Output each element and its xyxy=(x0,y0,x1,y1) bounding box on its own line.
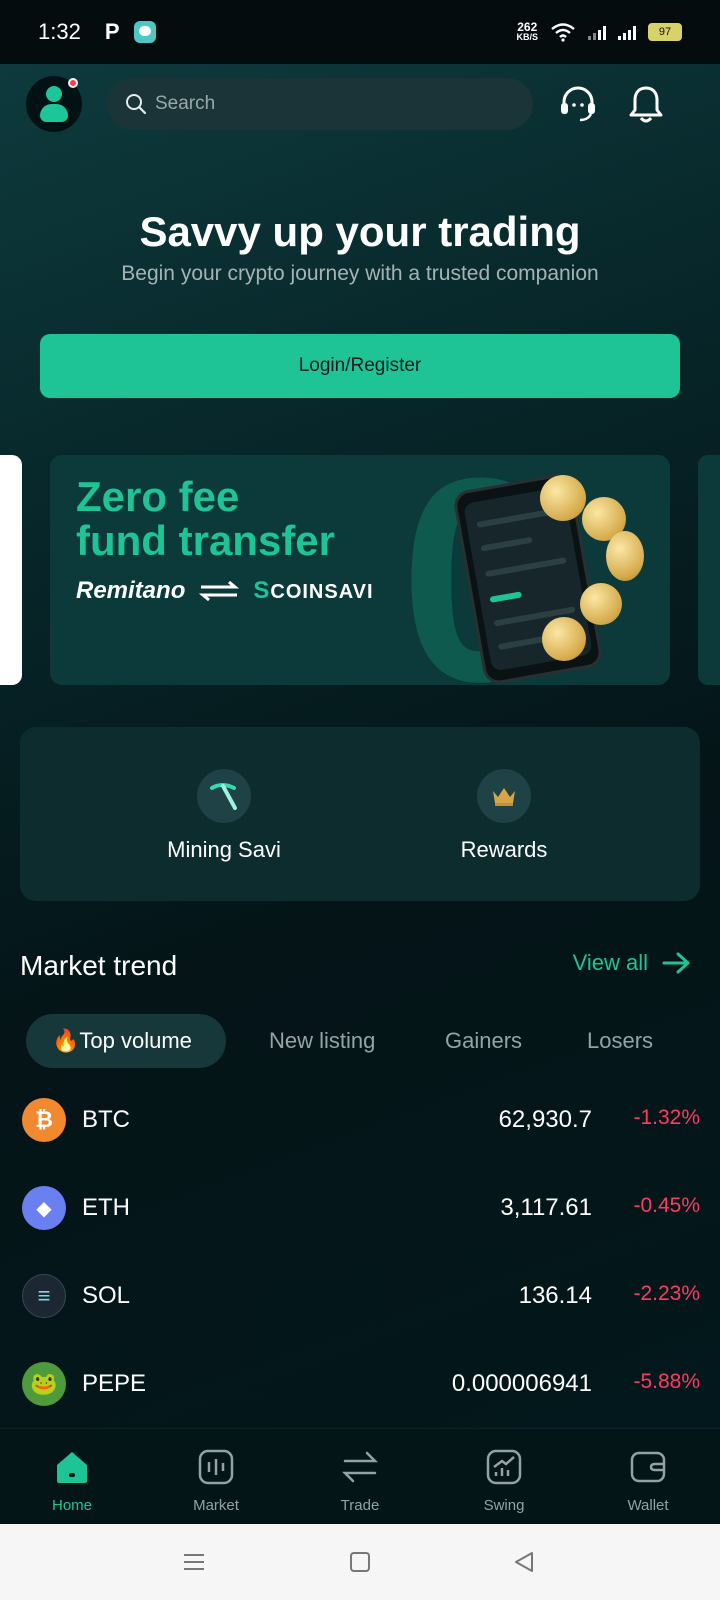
coin-illustration xyxy=(540,475,586,521)
bottom-navigation: Home Market Trade Swing Wallet xyxy=(0,1428,720,1524)
coin-illustration xyxy=(606,531,644,581)
nav-swing[interactable]: Swing xyxy=(444,1447,564,1514)
btc-logo-icon: ₿ xyxy=(22,1098,66,1142)
market-row-eth[interactable]: ◆ ETH 3,117.61 -0.45% xyxy=(20,1186,700,1274)
fire-icon: 🔥 xyxy=(52,1028,80,1053)
transfer-arrows-icon xyxy=(199,581,240,601)
remitano-logo: Remitano xyxy=(76,577,186,604)
support-button[interactable] xyxy=(556,82,600,126)
nav-trade[interactable]: Trade xyxy=(300,1447,420,1514)
banner-headline: Zero fee fund transfer xyxy=(76,473,336,564)
market-row-btc[interactable]: ₿ BTC 62,930.7 -1.32% xyxy=(20,1098,700,1186)
tab-top-volume[interactable]: 🔥 Top volume xyxy=(26,1014,226,1068)
arrow-right-icon xyxy=(662,952,690,974)
swap-arrows-icon xyxy=(341,1451,379,1483)
system-navigation-bar xyxy=(0,1524,720,1600)
tab-gainers[interactable]: Gainers xyxy=(445,1014,522,1068)
home-icon xyxy=(57,1452,87,1483)
hero-title: Savvy up your trading xyxy=(139,208,581,255)
status-time: 1:32 xyxy=(38,19,81,44)
market-row-sol[interactable]: ≡ SOL 136.14 -2.23% xyxy=(20,1274,700,1362)
chat-app-icon xyxy=(133,21,156,43)
trend-chart-icon xyxy=(486,1449,522,1485)
banner-previous-peek[interactable] xyxy=(0,455,22,685)
wifi-icon xyxy=(551,23,575,42)
market-chart-icon xyxy=(198,1449,234,1485)
rewards-button[interactable]: Rewards xyxy=(384,769,624,863)
pickaxe-icon xyxy=(210,783,237,810)
back-triangle-icon[interactable] xyxy=(512,1550,536,1574)
coin-illustration xyxy=(580,583,622,625)
market-trend-title: Market trend xyxy=(20,950,178,981)
mining-savi-button[interactable]: Mining Savi xyxy=(104,769,344,863)
search-placeholder: Search xyxy=(155,93,216,114)
battery-icon: 97 xyxy=(648,23,682,41)
market-tabs: 🔥 Top volume New listing Gainers Losers xyxy=(26,1014,706,1070)
login-register-button[interactable]: Login/Register xyxy=(40,334,680,398)
home-square-icon[interactable] xyxy=(348,1550,372,1574)
signal-icon xyxy=(588,24,606,40)
nav-wallet[interactable]: Wallet xyxy=(588,1447,708,1514)
banner-brands: Remitano SCOINSAVI xyxy=(76,577,374,605)
crown-icon xyxy=(493,788,515,806)
bell-icon xyxy=(629,86,663,123)
search-input[interactable]: Search xyxy=(107,78,533,130)
sol-logo-icon: ≡ xyxy=(22,1274,66,1318)
status-bar: 1:32 P 262 KB/S 97 xyxy=(0,0,720,64)
notification-dot xyxy=(68,78,78,88)
coin-illustration xyxy=(542,617,586,661)
recent-apps-icon[interactable] xyxy=(182,1550,206,1574)
nav-home[interactable]: Home xyxy=(12,1447,132,1514)
hero-subtitle: Begin your crypto journey with a trusted… xyxy=(121,262,599,285)
notifications-button[interactable] xyxy=(624,82,668,126)
banner-next-peek[interactable] xyxy=(698,455,720,685)
parking-app-icon: P xyxy=(104,19,120,44)
app-header: Search xyxy=(26,76,694,132)
wallet-icon xyxy=(630,1451,666,1483)
promo-banner[interactable]: 0 Zero fee fund transfer Remitano SCOINS… xyxy=(50,455,670,685)
pepe-logo-icon: 🐸 xyxy=(22,1362,66,1406)
quick-actions-panel: Mining Savi Rewards xyxy=(20,727,700,901)
market-list: ₿ BTC 62,930.7 -1.32% ◆ ETH 3,117.61 -0.… xyxy=(20,1098,700,1450)
tab-losers[interactable]: Losers xyxy=(587,1014,653,1068)
signal-icon xyxy=(618,24,636,40)
headset-icon xyxy=(561,86,595,122)
view-all-link[interactable]: View all xyxy=(573,950,692,976)
eth-logo-icon: ◆ xyxy=(22,1186,66,1230)
coinsavi-logo: SCOINSAVI xyxy=(253,577,374,604)
search-icon xyxy=(126,94,147,115)
network-speed: 262 KB/S xyxy=(516,20,538,42)
nav-market[interactable]: Market xyxy=(156,1447,276,1514)
tab-new-listing[interactable]: New listing xyxy=(269,1014,375,1068)
